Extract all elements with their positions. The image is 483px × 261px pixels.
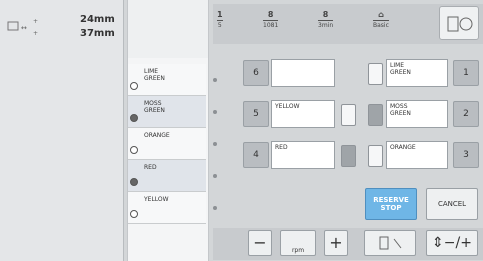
spool-3-toggle[interactable] bbox=[368, 145, 383, 167]
spool-slot-4-button[interactable]: 4 bbox=[243, 142, 269, 168]
spool-4-toggle[interactable] bbox=[341, 145, 356, 167]
reserve-stop-button[interactable]: RESERVE STOP bbox=[365, 188, 417, 220]
spool-slot-3-button[interactable]: 3 bbox=[453, 142, 479, 168]
stitch-counter: 1 5 bbox=[217, 10, 223, 29]
thread-trim-icon bbox=[379, 236, 402, 250]
spool-2-field[interactable]: MOSS GREEN bbox=[386, 100, 448, 128]
settings-icon bbox=[447, 16, 473, 32]
color-label: YELLOW bbox=[144, 196, 169, 203]
spool-1-toggle[interactable] bbox=[368, 63, 383, 85]
spool-5-field[interactable]: YELLOW bbox=[271, 100, 335, 128]
color-label: RED bbox=[144, 164, 157, 171]
color-list-header bbox=[128, 0, 208, 58]
spool-3-field[interactable]: ORANGE bbox=[386, 141, 448, 169]
list-item-red[interactable]: RED bbox=[128, 160, 206, 192]
speed-decrease-button[interactable]: − bbox=[248, 230, 272, 256]
spool-slot-2-button[interactable]: 2 bbox=[453, 101, 479, 127]
spool-4-field[interactable]: RED bbox=[271, 141, 335, 169]
svg-text:+: + bbox=[33, 18, 38, 25]
spool-slot-6-button[interactable]: 6 bbox=[243, 60, 269, 86]
color-counter: 8 1081 bbox=[263, 10, 279, 29]
spool-slot-5-button[interactable]: 5 bbox=[243, 101, 269, 127]
tension-icon: ⇕−/+ bbox=[432, 235, 472, 251]
pattern-width: 24mm bbox=[80, 14, 115, 25]
spool-6-field[interactable] bbox=[271, 59, 335, 87]
list-item-moss-green[interactable]: MOSS GREEN bbox=[128, 96, 206, 128]
list-item-orange[interactable]: ORANGE bbox=[128, 128, 206, 160]
speed-increase-button[interactable]: + bbox=[324, 230, 348, 256]
color-label: LIME GREEN bbox=[144, 68, 165, 82]
plus-icon: + bbox=[329, 233, 343, 252]
spool-1-field[interactable]: LIME GREEN bbox=[386, 59, 448, 87]
svg-text:+: + bbox=[33, 30, 38, 37]
list-item-yellow[interactable]: YELLOW bbox=[128, 192, 206, 224]
spool-icon bbox=[130, 210, 138, 218]
pattern-preview-panel: ↔ + + 24mm 37mm bbox=[0, 0, 124, 261]
status-bar: 1 5 8 1081 8 3min ⌂ Basic bbox=[213, 4, 483, 44]
svg-text:↔: ↔ bbox=[21, 24, 27, 32]
pattern-height: 37mm bbox=[80, 28, 115, 39]
time-counter: 8 3min bbox=[318, 10, 334, 29]
list-item-lime-green[interactable]: LIME GREEN bbox=[128, 64, 206, 96]
spool-5-toggle[interactable] bbox=[341, 104, 356, 126]
color-label: MOSS GREEN bbox=[144, 100, 165, 114]
minus-icon: − bbox=[253, 233, 267, 252]
spool-slot-1-button[interactable]: 1 bbox=[453, 60, 479, 86]
settings-button[interactable] bbox=[439, 6, 479, 40]
spool-icon bbox=[130, 146, 138, 154]
thread-trimming-button[interactable] bbox=[364, 230, 416, 256]
thread-color-list[interactable]: LIME GREEN MOSS GREEN ORANGE RED YELLOW bbox=[127, 0, 209, 261]
mode-indicator: ⌂ Basic bbox=[373, 10, 389, 29]
spool-2-toggle[interactable] bbox=[368, 104, 383, 126]
spool-icon bbox=[130, 178, 138, 186]
spool-icon bbox=[130, 82, 138, 90]
spool-icon bbox=[130, 114, 138, 122]
cancel-button[interactable]: CANCEL bbox=[426, 188, 478, 220]
color-label: ORANGE bbox=[144, 132, 170, 139]
speed-indicator: rpm bbox=[280, 230, 316, 256]
pattern-size-icon: ↔ + + bbox=[7, 18, 38, 37]
tension-adjust-button[interactable]: ⇕−/+ bbox=[426, 230, 478, 256]
